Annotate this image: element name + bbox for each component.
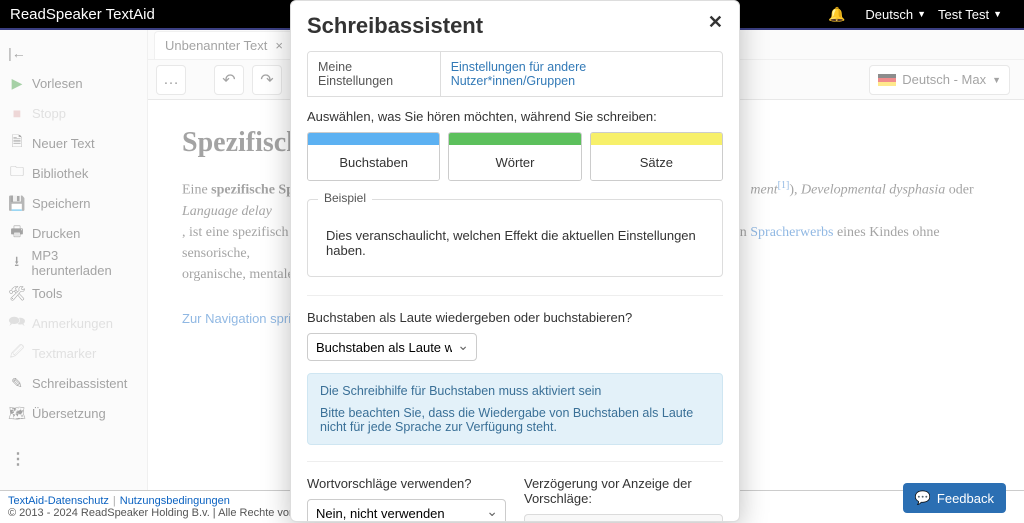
info-box: Die Schreibhilfe für Buchstaben muss akt… bbox=[307, 373, 723, 445]
select-delay: Kurz bbox=[524, 514, 723, 521]
redo-button[interactable]: ↷ bbox=[252, 65, 282, 95]
speech-icon: 💬 bbox=[915, 490, 931, 506]
modal-tab-other-users[interactable]: Einstellungen für andere Nutzer*innen/Gr… bbox=[441, 52, 722, 96]
sidebar-print[interactable]: 🖶Drucken bbox=[0, 218, 147, 248]
print-icon: 🖶 bbox=[8, 221, 26, 245]
brand: ReadSpeaker TextAid bbox=[10, 6, 155, 23]
sidebar: |← ▶Vorlesen ■Stopp 🗎Neuer Text 🗀Bibliot… bbox=[0, 30, 148, 490]
sidebar-save[interactable]: 💾Speichern bbox=[0, 188, 147, 218]
voice-selector[interactable]: Deutsch - Max ▼ bbox=[869, 65, 1010, 95]
sidebar-collapse[interactable]: |← bbox=[0, 38, 147, 68]
sidebar-library[interactable]: 🗀Bibliothek bbox=[0, 158, 147, 188]
sidebar-read[interactable]: ▶Vorlesen bbox=[0, 68, 147, 98]
pen-icon: 🖉 bbox=[8, 341, 26, 365]
example-text: Dies veranschaulicht, welchen Effekt die… bbox=[326, 228, 704, 258]
save-icon: 💾 bbox=[8, 195, 26, 212]
select-word-suggestions[interactable]: Nein, nicht verwenden bbox=[307, 499, 506, 521]
download-icon: ⭳ bbox=[8, 251, 26, 275]
feedback-button[interactable]: 💬 Feedback bbox=[903, 483, 1006, 513]
file-icon: 🗎 bbox=[8, 131, 26, 155]
question-word-suggestions: Wortvorschläge verwenden? bbox=[307, 476, 506, 491]
sidebar-more[interactable]: ⋮ bbox=[0, 444, 147, 474]
language-dropdown[interactable]: Deutsch▼ bbox=[865, 7, 926, 22]
link-spracherwerb[interactable]: Spracherwerbs bbox=[750, 225, 833, 240]
sidebar-new-text[interactable]: 🗎Neuer Text bbox=[0, 128, 147, 158]
play-icon: ▶ bbox=[8, 75, 26, 92]
question-letters-mode: Buchstaben als Laute wiedergeben oder bu… bbox=[307, 310, 723, 325]
folder-icon: 🗀 bbox=[8, 161, 26, 185]
sidebar-annotations[interactable]: 🗪Anmerkungen bbox=[0, 308, 147, 338]
modal-tab-my-settings[interactable]: Meine Einstellungen bbox=[308, 52, 441, 96]
user-dropdown[interactable]: Test Test▼ bbox=[938, 7, 1002, 22]
modal-close-button[interactable]: ✕ bbox=[708, 13, 723, 31]
sidebar-translation[interactable]: 🗺Übersetzung bbox=[0, 398, 147, 428]
feedback-letters[interactable]: Buchstaben bbox=[307, 132, 440, 181]
writing-assistant-modal: Schreibassistent ✕ Meine Einstellungen E… bbox=[290, 0, 740, 522]
globe-icon: 🗺 bbox=[8, 405, 26, 422]
example-box: Beispiel Dies veranschaulicht, welchen E… bbox=[307, 199, 723, 277]
feedback-sentences[interactable]: Sätze bbox=[590, 132, 723, 181]
comment-icon: 🗪 bbox=[8, 311, 26, 335]
chevron-down-icon: ▼ bbox=[992, 75, 1001, 85]
collapse-icon: |← bbox=[8, 45, 26, 61]
close-icon[interactable]: × bbox=[275, 38, 283, 53]
terms-link[interactable]: Nutzungsbedingungen bbox=[120, 495, 230, 507]
sidebar-tools[interactable]: 🛠Tools bbox=[0, 278, 147, 308]
sidebar-mp3[interactable]: ⭳MP3 herunterladen bbox=[0, 248, 147, 278]
modal-title: Schreibassistent bbox=[307, 13, 708, 39]
bell-icon[interactable]: 🔔 bbox=[828, 6, 845, 23]
select-letters-mode[interactable]: Buchstaben als Laute wiederg bbox=[307, 333, 477, 361]
edit-icon: ✎ bbox=[8, 375, 26, 392]
sidebar-stop[interactable]: ■Stopp bbox=[0, 98, 147, 128]
sidebar-highlighter[interactable]: 🖉Textmarker bbox=[0, 338, 147, 368]
flag-icon bbox=[878, 74, 896, 86]
privacy-link[interactable]: TextAid-Datenschutz bbox=[8, 495, 109, 507]
question-delay: Verzögerung vor Anzeige der Vorschläge: bbox=[524, 476, 723, 506]
more-button[interactable]: … bbox=[156, 65, 186, 95]
document-tab[interactable]: Unbenannter Text × bbox=[154, 31, 294, 59]
sidebar-writing-assistant[interactable]: ✎Schreibassistent bbox=[0, 368, 147, 398]
feedback-words[interactable]: Wörter bbox=[448, 132, 581, 181]
example-legend: Beispiel bbox=[318, 191, 372, 205]
feedback-subtitle: Auswählen, was Sie hören möchten, währen… bbox=[307, 109, 723, 124]
undo-button[interactable]: ↶ bbox=[214, 65, 244, 95]
modal-tabs: Meine Einstellungen Einstellungen für an… bbox=[307, 51, 723, 97]
stop-icon: ■ bbox=[8, 105, 26, 121]
tools-icon: 🛠 bbox=[8, 285, 26, 302]
